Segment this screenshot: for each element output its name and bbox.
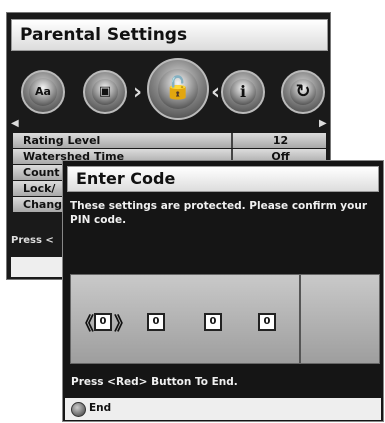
red-button-icon[interactable]: [71, 402, 86, 417]
pin-digit-1[interactable]: 0: [94, 313, 112, 331]
dialog-message: These settings are protected. Please con…: [70, 199, 382, 227]
pin-digit-3[interactable]: 0: [204, 313, 222, 331]
refresh-icon[interactable]: ↻: [281, 70, 325, 114]
pin-digit-2[interactable]: 0: [147, 313, 165, 331]
parental-hint-text: Press <: [11, 235, 54, 246]
pin-digit-4[interactable]: 0: [258, 313, 276, 331]
enter-code-dialog: Enter Code These settings are protected.…: [62, 160, 384, 422]
lock-icon-glyph: 🔓: [158, 69, 198, 109]
language-icon[interactable]: Aa: [21, 70, 65, 114]
pin-panel-divider: [299, 275, 301, 363]
dialog-title: Enter Code: [67, 166, 379, 192]
setting-label: Count: [23, 166, 60, 179]
setting-label: Rating Level: [23, 134, 101, 147]
setting-label: Lock/: [23, 182, 56, 195]
dialog-hint-text: Press <Red> Button To End.: [71, 376, 238, 388]
refresh-icon-glyph: ↻: [290, 79, 316, 105]
scroll-right-icon[interactable]: ▶: [319, 118, 327, 129]
chevron-right-icon[interactable]: 》: [114, 310, 132, 336]
media-icon[interactable]: ▣: [83, 70, 127, 114]
parental-settings-title: Parental Settings: [11, 19, 328, 51]
setting-row-rating-level[interactable]: Rating Level 12: [13, 133, 326, 148]
pin-entry-panel: 《 0 》 0 0 0: [70, 274, 380, 364]
media-icon-glyph: ▣: [92, 79, 118, 105]
menu-icon-bar: Aa ▣ › 🔓 ‹ i ↻ ◀ ▶: [11, 56, 328, 134]
setting-label: Chang: [23, 198, 63, 211]
chevron-right-icon: ›: [133, 80, 143, 105]
dialog-footer-bar: End: [65, 398, 381, 420]
lock-icon[interactable]: 🔓: [147, 58, 209, 120]
dialog-message-line2: PIN code.: [70, 214, 127, 226]
dialog-message-line1: These settings are protected. Please con…: [70, 200, 368, 212]
end-button-label[interactable]: End: [89, 402, 111, 414]
language-icon-glyph: Aa: [29, 78, 57, 106]
chevron-left-icon[interactable]: 《: [76, 310, 94, 336]
info-icon[interactable]: i: [221, 70, 265, 114]
setting-value: 12: [231, 133, 328, 148]
scroll-left-icon[interactable]: ◀: [11, 118, 19, 129]
chevron-left-icon: ‹: [211, 80, 221, 105]
info-icon-glyph: i: [230, 79, 256, 105]
